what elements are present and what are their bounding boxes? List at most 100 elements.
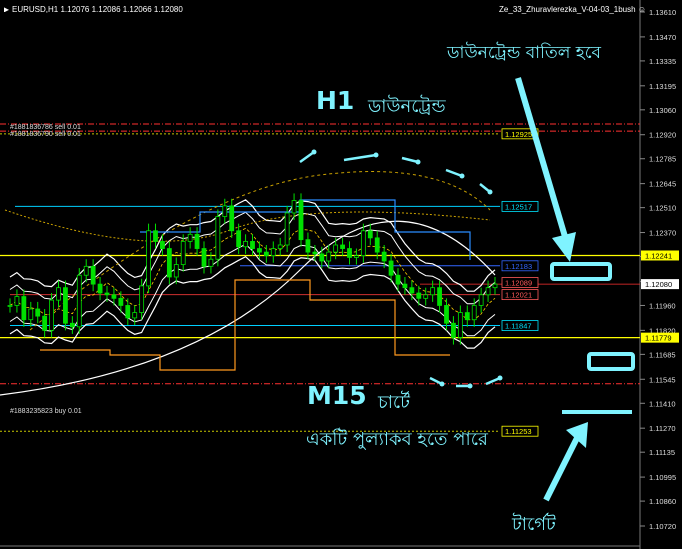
candle-body xyxy=(42,315,48,331)
candle-body xyxy=(270,248,276,257)
order-label-2: #1881836790 sell 0.01 xyxy=(10,131,81,138)
candle-body xyxy=(97,283,103,294)
candle-body xyxy=(35,308,41,317)
candle-body xyxy=(319,253,325,262)
candle-body xyxy=(63,287,68,324)
trend-arrow-head xyxy=(373,152,379,158)
y-tick-label: 1.12920 xyxy=(649,131,676,140)
candle-body xyxy=(132,312,138,319)
candle-body xyxy=(437,287,442,306)
trend-arrow-head xyxy=(459,173,465,179)
cancel-annotation: ডাউনট্রেন্ড বাতিল হবে xyxy=(447,43,602,63)
candle-body xyxy=(347,248,352,258)
candle-body xyxy=(21,296,27,321)
expert-advisor-name[interactable]: Ze_33_Zhuravlerezka_V-04-03_1bush ☺ xyxy=(499,5,646,14)
candle-body xyxy=(90,265,96,285)
candle-body xyxy=(451,322,456,338)
candle-body xyxy=(298,200,304,241)
candle-body xyxy=(250,241,255,249)
candle-body xyxy=(146,230,151,287)
pullback-arrow-head xyxy=(467,383,473,389)
candle-body xyxy=(69,322,75,328)
level-box-text: 1.12089 xyxy=(505,279,532,288)
y-tick-label: 1.11410 xyxy=(649,399,676,408)
candle-body xyxy=(263,251,269,257)
symbol-info-text: EURUSD,H1 1.12076 1.12086 1.12066 1.1208… xyxy=(12,5,183,14)
candle-body xyxy=(464,312,470,321)
candle-body xyxy=(83,265,89,276)
level-box-text: 1.12517 xyxy=(505,202,532,211)
candle-body xyxy=(222,205,228,217)
candle-body xyxy=(215,216,221,260)
y-tick-label: 1.11960 xyxy=(649,301,676,310)
level-box-text: 1.11847 xyxy=(505,322,532,331)
trend-arrow-head xyxy=(415,159,421,165)
y-tick-label: 1.12785 xyxy=(649,155,676,164)
price-label-text: 1.12241 xyxy=(645,251,672,260)
candle-body xyxy=(326,251,332,262)
candle-body xyxy=(305,239,311,253)
candle-body xyxy=(478,294,484,306)
level-box-text: 1.11253 xyxy=(505,427,532,436)
candle-body xyxy=(139,285,145,313)
candle-body xyxy=(312,251,318,255)
y-tick-label: 1.10860 xyxy=(649,497,676,506)
candle-body xyxy=(125,305,131,319)
candle-body xyxy=(243,241,248,248)
candle-body xyxy=(374,237,380,253)
candle-body xyxy=(194,233,200,249)
candle-body xyxy=(7,305,13,307)
triangle-icon xyxy=(4,7,9,13)
candle-body xyxy=(236,230,242,248)
candle-body xyxy=(360,230,366,257)
candle-body xyxy=(291,200,297,214)
ea-name-text: Ze_33_Zhuravlerezka_V-04-03_1bush xyxy=(499,5,636,14)
y-tick-label: 1.12645 xyxy=(649,180,676,189)
price-label-text: 1.12080 xyxy=(645,280,672,289)
candle-body xyxy=(104,292,110,296)
candle-body xyxy=(284,212,290,246)
trend-arrow-head xyxy=(487,189,493,195)
candle-body xyxy=(395,274,401,285)
m15-label: M15 xyxy=(307,381,367,410)
price-chart[interactable]: 1.12925 1.12517 1.12183 1.12089 1.12021 1.118… xyxy=(0,0,682,549)
candle-body xyxy=(381,251,387,262)
y-tick-label: 1.13060 xyxy=(649,106,676,115)
candle-body xyxy=(354,255,359,258)
candle-body xyxy=(388,260,394,276)
y-tick-label: 1.11545 xyxy=(649,375,676,384)
candle-body xyxy=(111,294,117,299)
candle-body xyxy=(201,248,207,267)
order-label-3: #1883235823 buy 0.01 xyxy=(10,408,82,415)
candle-body xyxy=(416,292,422,299)
y-tick-label: 1.11270 xyxy=(649,424,676,433)
candle-body xyxy=(76,274,82,328)
smiley-icon: ☺ xyxy=(637,5,646,14)
candle-body xyxy=(187,233,193,242)
candle-body xyxy=(402,283,408,289)
candle-body xyxy=(160,241,165,249)
y-tick-label: 1.13195 xyxy=(649,82,676,91)
candle-body xyxy=(333,244,339,253)
symbol-info: EURUSD,H1 1.12076 1.12086 1.12066 1.1208… xyxy=(4,5,183,14)
candle-body xyxy=(257,248,262,253)
y-tick-label: 1.13470 xyxy=(649,33,676,42)
candle-body xyxy=(423,294,429,299)
y-tick-label: 1.10720 xyxy=(649,522,676,531)
candle-body xyxy=(471,305,477,321)
m15-chart-text: চার্টে xyxy=(378,392,410,413)
pullback-arrow-head xyxy=(439,381,445,387)
level-box-text: 1.12183 xyxy=(505,262,532,271)
y-tick-label: 1.12510 xyxy=(649,204,676,213)
candle-body xyxy=(118,297,124,306)
pullback-arrow-head xyxy=(497,375,503,381)
candle-body xyxy=(367,230,373,239)
candle-body xyxy=(277,244,283,249)
candle-body xyxy=(208,258,214,267)
h1-downtrend-text: ডাউনট্রেন্ড xyxy=(368,96,446,117)
candle-body xyxy=(14,296,20,306)
candle-body xyxy=(180,241,186,265)
candle-body xyxy=(28,308,34,321)
candle-body xyxy=(56,287,61,301)
y-tick-label: 1.11685 xyxy=(649,350,676,359)
